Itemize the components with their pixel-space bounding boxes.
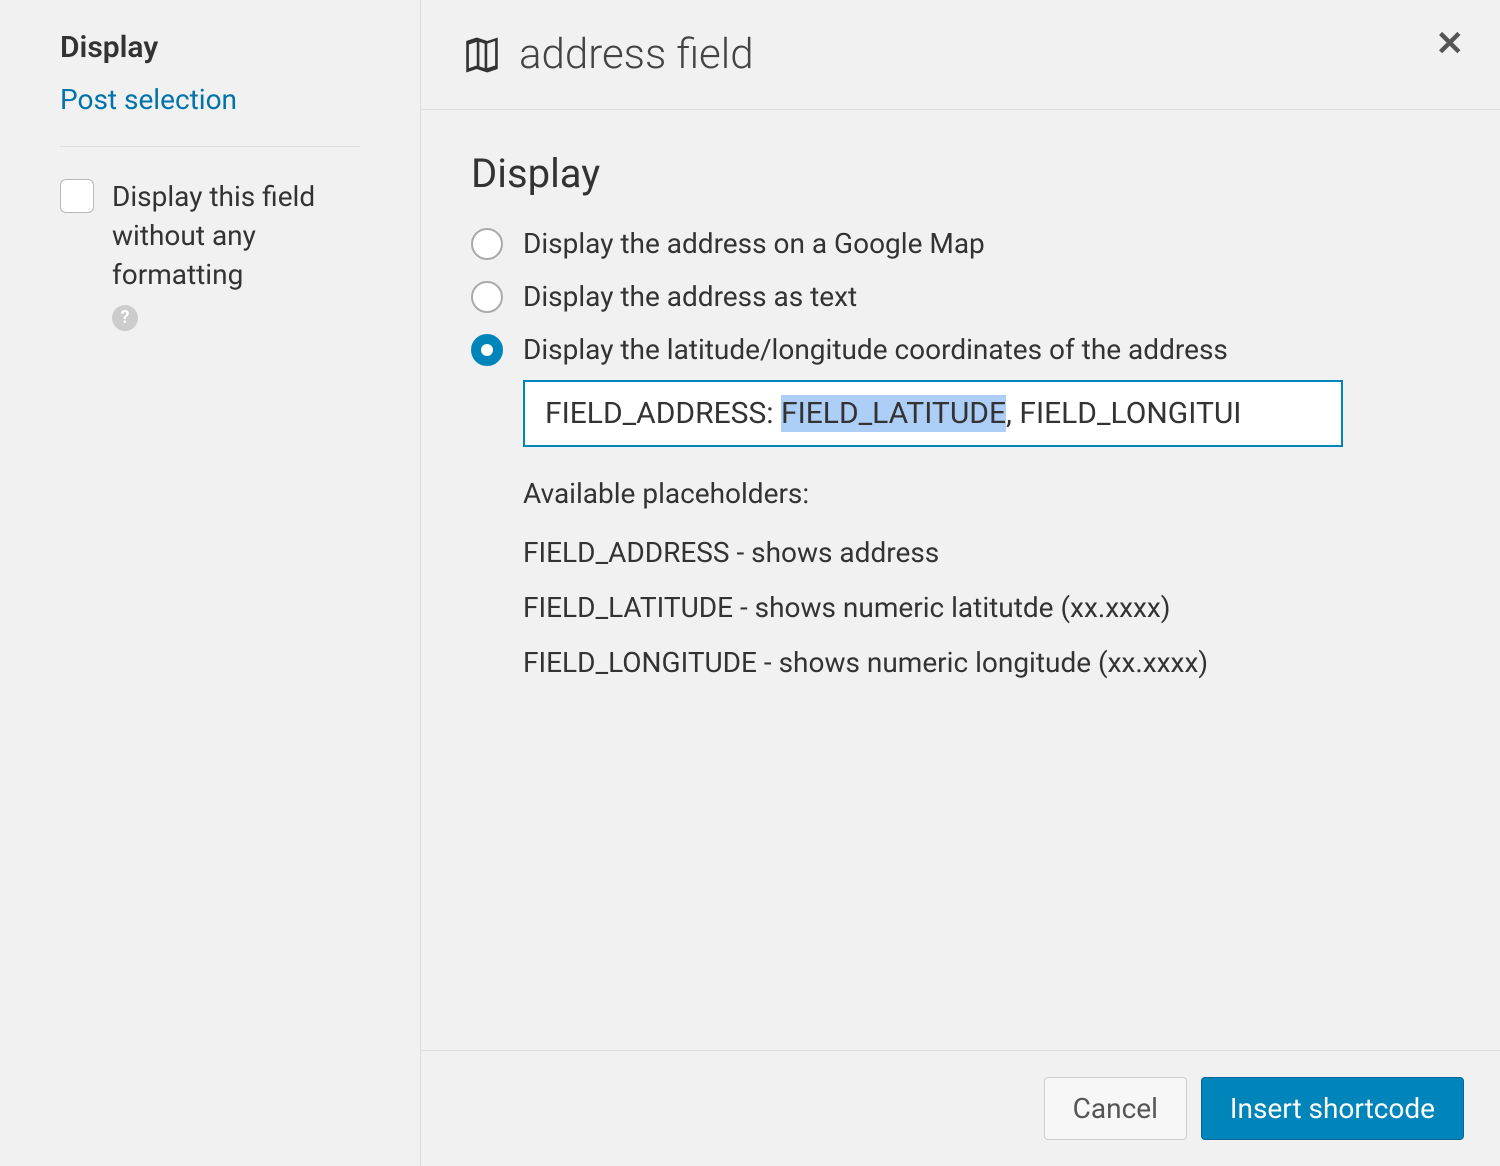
no-formatting-label: Display this field without any formattin… <box>112 177 360 295</box>
sidebar-divider <box>60 146 360 147</box>
placeholder-item: FIELD_LATITUDE - shows numeric latitutde… <box>523 591 1450 624</box>
format-input[interactable]: FIELD_ADDRESS: FIELD_LATITUDE, FIELD_LON… <box>523 380 1343 447</box>
no-formatting-checkbox[interactable] <box>60 179 94 213</box>
radio-google-map[interactable] <box>471 228 503 260</box>
close-icon[interactable]: ✕ <box>1436 24 1465 64</box>
radio-google-map-label: Display the address on a Google Map <box>523 227 985 260</box>
radio-as-text[interactable] <box>471 281 503 313</box>
radio-as-text-label: Display the address as text <box>523 280 857 313</box>
radio-coordinates-label: Display the latitude/longitude coordinat… <box>523 333 1228 366</box>
format-suffix: , FIELD_LONGITUI <box>1006 396 1241 431</box>
help-icon[interactable]: ? <box>112 305 138 331</box>
format-prefix: FIELD_ADDRESS: <box>545 396 781 431</box>
sidebar: Display Post selection Display this fiel… <box>0 0 420 1166</box>
dialog-title: address field <box>519 30 754 79</box>
radio-coordinates[interactable] <box>471 334 503 366</box>
dialog-content: Display Display the address on a Google … <box>421 110 1500 1050</box>
placeholder-list: FIELD_ADDRESS - shows address FIELD_LATI… <box>523 536 1450 679</box>
sidebar-section-title: Display <box>60 30 360 65</box>
cancel-button[interactable]: Cancel <box>1044 1077 1187 1140</box>
display-mode-radio-group: Display the address on a Google Map Disp… <box>471 227 1450 366</box>
insert-shortcode-button[interactable]: Insert shortcode <box>1201 1077 1464 1140</box>
dialog-header: address field ✕ <box>421 0 1500 110</box>
placeholders-title: Available placeholders: <box>523 477 1450 510</box>
main-panel: address field ✕ Display Display the addr… <box>420 0 1500 1166</box>
section-title-display: Display <box>471 150 1450 197</box>
placeholder-item: FIELD_LONGITUDE - shows numeric longitud… <box>523 646 1450 679</box>
map-icon <box>461 34 503 76</box>
format-selection: FIELD_LATITUDE <box>781 395 1006 432</box>
dialog-footer: Cancel Insert shortcode <box>421 1050 1500 1166</box>
placeholder-item: FIELD_ADDRESS - shows address <box>523 536 1450 569</box>
sidebar-link-post-selection[interactable]: Post selection <box>60 83 360 116</box>
